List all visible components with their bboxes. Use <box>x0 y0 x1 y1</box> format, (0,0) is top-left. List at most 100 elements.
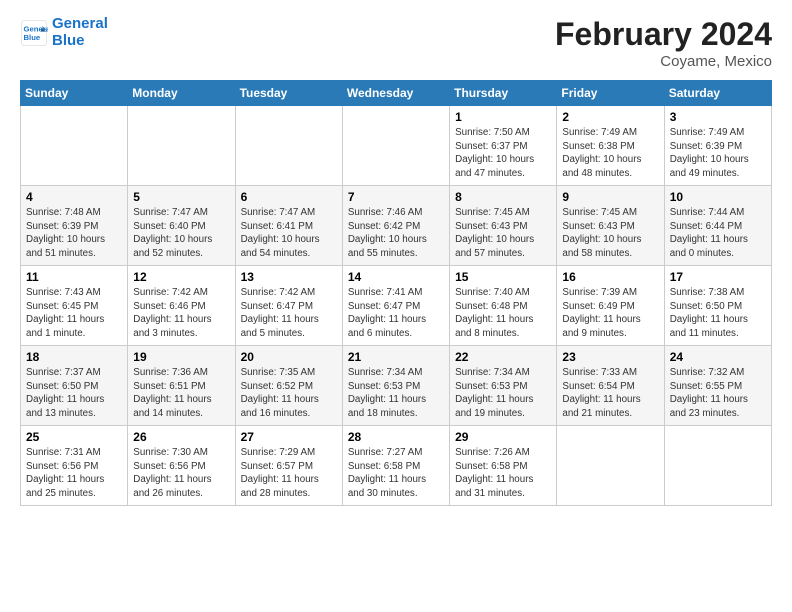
day-number: 15 <box>455 270 551 284</box>
day-number: 21 <box>348 350 444 364</box>
day-number: 14 <box>348 270 444 284</box>
day-number: 25 <box>26 430 122 444</box>
calendar-cell: 11 Sunrise: 7:43 AM Sunset: 6:45 PM Dayli… <box>21 266 128 346</box>
calendar-cell: 10 Sunrise: 7:44 AM Sunset: 6:44 PM Dayli… <box>664 186 771 266</box>
calendar-week-row: 25Sunrise: 7:31 AM Sunset: 6:56 PM Dayli… <box>21 426 772 506</box>
weekday-header-cell: Friday <box>557 81 664 106</box>
day-info: Sunrise: 7:47 AM Sunset: 6:41 PM Dayligh… <box>241 206 337 261</box>
day-info: Sunrise: 7:34 AM Sunset: 6:53 PM Dayligh… <box>348 366 444 421</box>
day-number: 7 <box>348 190 444 204</box>
day-info: Sunrise: 7:38 AM Sunset: 6:50 PM Dayligh… <box>670 286 766 341</box>
calendar-cell: 20 Sunrise: 7:35 AM Sunset: 6:52 PM Dayli… <box>235 346 342 426</box>
day-number: 8 <box>455 190 551 204</box>
day-info: Sunrise: 7:49 AM Sunset: 6:39 PM Dayligh… <box>670 126 766 181</box>
day-number: 28 <box>348 430 444 444</box>
page: General Blue GeneralBlue February 2024 C… <box>0 0 792 612</box>
day-info: Sunrise: 7:29 AM Sunset: 6:57 PM Dayligh… <box>241 446 337 501</box>
calendar-cell: 13Sunrise: 7:42 AM Sunset: 6:47 PM Dayli… <box>235 266 342 346</box>
day-info: Sunrise: 7:37 AM Sunset: 6:50 PM Dayligh… <box>26 366 122 421</box>
calendar-week-row: 18 Sunrise: 7:37 AM Sunset: 6:50 PM Dayli… <box>21 346 772 426</box>
calendar-cell: 14Sunrise: 7:41 AM Sunset: 6:47 PM Dayli… <box>342 266 449 346</box>
day-info: Sunrise: 7:36 AM Sunset: 6:51 PM Dayligh… <box>133 366 229 421</box>
day-info: Sunrise: 7:44 AM Sunset: 6:44 PM Dayligh… <box>670 206 766 261</box>
day-info: Sunrise: 7:33 AM Sunset: 6:54 PM Dayligh… <box>562 366 658 421</box>
calendar-cell <box>235 106 342 186</box>
day-number: 24 <box>670 350 766 364</box>
day-number: 23 <box>562 350 658 364</box>
day-number: 9 <box>562 190 658 204</box>
calendar-week-row: 11 Sunrise: 7:43 AM Sunset: 6:45 PM Dayli… <box>21 266 772 346</box>
calendar-cell <box>557 426 664 506</box>
weekday-header-cell: Monday <box>128 81 235 106</box>
calendar-cell: 26Sunrise: 7:30 AM Sunset: 6:56 PM Dayli… <box>128 426 235 506</box>
title-block: February 2024 Coyame, Mexico <box>555 16 772 70</box>
day-number: 29 <box>455 430 551 444</box>
calendar-cell: 27 Sunrise: 7:29 AM Sunset: 6:57 PM Dayli… <box>235 426 342 506</box>
day-info: Sunrise: 7:32 AM Sunset: 6:55 PM Dayligh… <box>670 366 766 421</box>
calendar-cell: 3 Sunrise: 7:49 AM Sunset: 6:39 PM Daylig… <box>664 106 771 186</box>
day-info: Sunrise: 7:26 AM Sunset: 6:58 PM Dayligh… <box>455 446 551 501</box>
logo-icon: General Blue <box>20 19 48 47</box>
day-info: Sunrise: 7:40 AM Sunset: 6:48 PM Dayligh… <box>455 286 551 341</box>
month-title: February 2024 <box>555 16 772 53</box>
calendar-cell: 1 Sunrise: 7:50 AM Sunset: 6:37 PM Daylig… <box>450 106 557 186</box>
day-info: Sunrise: 7:45 AM Sunset: 6:43 PM Dayligh… <box>562 206 658 261</box>
location: Coyame, Mexico <box>555 53 772 70</box>
day-number: 18 <box>26 350 122 364</box>
calendar-cell: 6 Sunrise: 7:47 AM Sunset: 6:41 PM Daylig… <box>235 186 342 266</box>
day-number: 12 <box>133 270 229 284</box>
day-info: Sunrise: 7:35 AM Sunset: 6:52 PM Dayligh… <box>241 366 337 421</box>
day-number: 6 <box>241 190 337 204</box>
weekday-header-cell: Wednesday <box>342 81 449 106</box>
calendar-cell: 2 Sunrise: 7:49 AM Sunset: 6:38 PM Daylig… <box>557 106 664 186</box>
day-info: Sunrise: 7:50 AM Sunset: 6:37 PM Dayligh… <box>455 126 551 181</box>
calendar-cell: 21 Sunrise: 7:34 AM Sunset: 6:53 PM Dayli… <box>342 346 449 426</box>
calendar-cell: 12Sunrise: 7:42 AM Sunset: 6:46 PM Dayli… <box>128 266 235 346</box>
calendar-cell: 24 Sunrise: 7:32 AM Sunset: 6:55 PM Dayli… <box>664 346 771 426</box>
weekday-header-cell: Sunday <box>21 81 128 106</box>
day-info: Sunrise: 7:27 AM Sunset: 6:58 PM Dayligh… <box>348 446 444 501</box>
calendar-cell: 23 Sunrise: 7:33 AM Sunset: 6:54 PM Dayli… <box>557 346 664 426</box>
calendar-week-row: 4 Sunrise: 7:48 AM Sunset: 6:39 PM Daylig… <box>21 186 772 266</box>
day-number: 27 <box>241 430 337 444</box>
day-info: Sunrise: 7:45 AM Sunset: 6:43 PM Dayligh… <box>455 206 551 261</box>
calendar-cell: 5Sunrise: 7:47 AM Sunset: 6:40 PM Daylig… <box>128 186 235 266</box>
calendar-cell: 25Sunrise: 7:31 AM Sunset: 6:56 PM Dayli… <box>21 426 128 506</box>
calendar-cell: 28 Sunrise: 7:27 AM Sunset: 6:58 PM Dayli… <box>342 426 449 506</box>
day-number: 3 <box>670 110 766 124</box>
calendar-header-row: SundayMondayTuesdayWednesdayThursdayFrid… <box>21 81 772 106</box>
day-number: 20 <box>241 350 337 364</box>
day-number: 22 <box>455 350 551 364</box>
day-number: 19 <box>133 350 229 364</box>
day-info: Sunrise: 7:48 AM Sunset: 6:39 PM Dayligh… <box>26 206 122 261</box>
day-info: Sunrise: 7:47 AM Sunset: 6:40 PM Dayligh… <box>133 206 229 261</box>
day-info: Sunrise: 7:43 AM Sunset: 6:45 PM Dayligh… <box>26 286 122 341</box>
day-info: Sunrise: 7:49 AM Sunset: 6:38 PM Dayligh… <box>562 126 658 181</box>
calendar-cell <box>342 106 449 186</box>
calendar-cell <box>664 426 771 506</box>
day-number: 10 <box>670 190 766 204</box>
day-number: 11 <box>26 270 122 284</box>
day-number: 13 <box>241 270 337 284</box>
day-number: 4 <box>26 190 122 204</box>
calendar-cell: 17 Sunrise: 7:38 AM Sunset: 6:50 PM Dayli… <box>664 266 771 346</box>
calendar-cell: 16Sunrise: 7:39 AM Sunset: 6:49 PM Dayli… <box>557 266 664 346</box>
day-number: 17 <box>670 270 766 284</box>
calendar-body: 1 Sunrise: 7:50 AM Sunset: 6:37 PM Daylig… <box>21 106 772 506</box>
calendar-cell: 18 Sunrise: 7:37 AM Sunset: 6:50 PM Dayli… <box>21 346 128 426</box>
day-info: Sunrise: 7:30 AM Sunset: 6:56 PM Dayligh… <box>133 446 229 501</box>
calendar-cell: 7 Sunrise: 7:46 AM Sunset: 6:42 PM Daylig… <box>342 186 449 266</box>
calendar-cell: 8 Sunrise: 7:45 AM Sunset: 6:43 PM Daylig… <box>450 186 557 266</box>
svg-text:Blue: Blue <box>24 33 41 42</box>
logo: General Blue GeneralBlue <box>20 16 108 49</box>
weekday-header-cell: Thursday <box>450 81 557 106</box>
calendar-cell: 19 Sunrise: 7:36 AM Sunset: 6:51 PM Dayli… <box>128 346 235 426</box>
calendar-cell: 4 Sunrise: 7:48 AM Sunset: 6:39 PM Daylig… <box>21 186 128 266</box>
calendar-cell <box>128 106 235 186</box>
day-info: Sunrise: 7:46 AM Sunset: 6:42 PM Dayligh… <box>348 206 444 261</box>
day-info: Sunrise: 7:34 AM Sunset: 6:53 PM Dayligh… <box>455 366 551 421</box>
day-number: 1 <box>455 110 551 124</box>
calendar-cell: 9 Sunrise: 7:45 AM Sunset: 6:43 PM Daylig… <box>557 186 664 266</box>
weekday-header-cell: Saturday <box>664 81 771 106</box>
day-number: 2 <box>562 110 658 124</box>
